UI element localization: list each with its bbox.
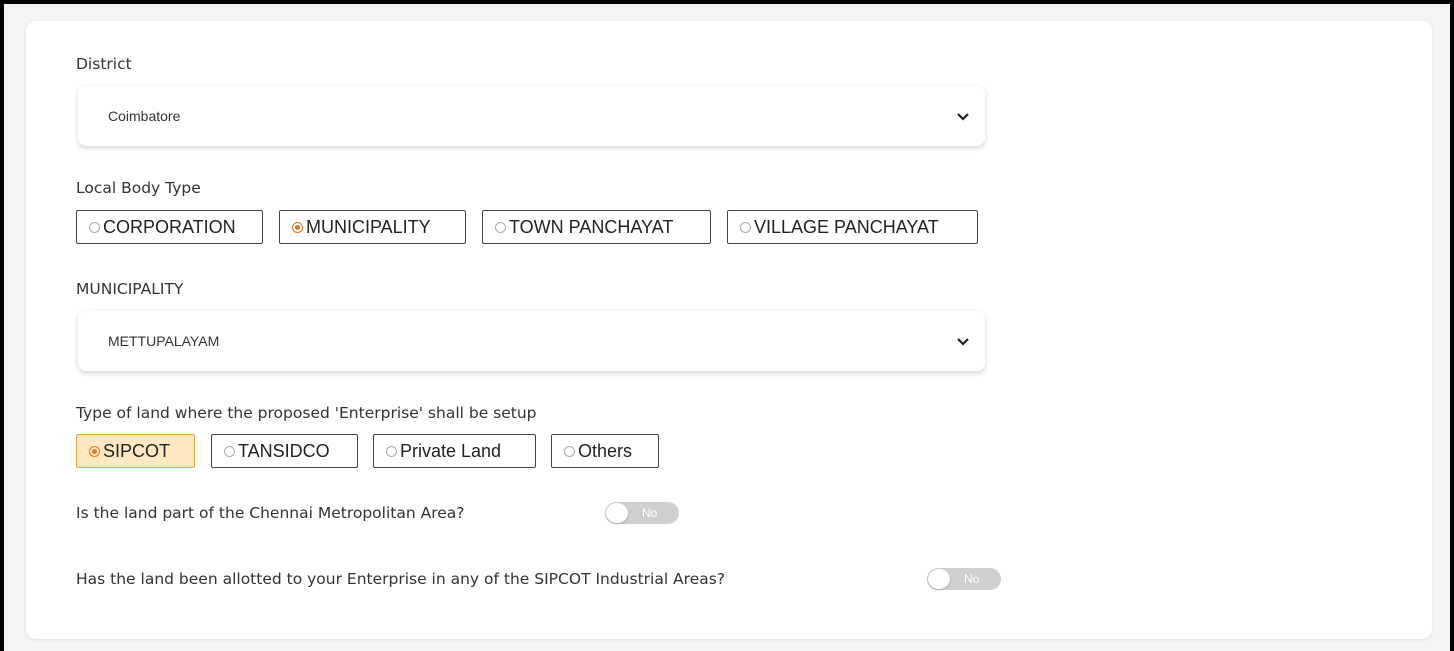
toggle-knob: [606, 503, 628, 523]
land-type-label: Type of land where the proposed 'Enterpr…: [76, 404, 537, 422]
toggle-text: No: [642, 506, 658, 520]
radio-corporation[interactable]: CORPORATION: [76, 210, 263, 244]
district-label: District: [76, 55, 132, 73]
radio-label: Private Land: [400, 440, 502, 461]
radio-circle-icon: [224, 445, 235, 457]
sipcot-allotted-question: Has the land been allotted to your Enter…: [76, 570, 726, 588]
radio-label: MUNICIPALITY: [306, 216, 431, 237]
radio-town-panchayat[interactable]: TOWN PANCHAYAT: [482, 210, 711, 244]
radio-label: Others: [578, 440, 633, 461]
radio-private-land[interactable]: Private Land: [373, 434, 536, 468]
radio-label: TANSIDCO: [238, 440, 330, 461]
radio-label: VILLAGE PANCHAYAT: [754, 216, 939, 237]
radio-village-panchayat[interactable]: VILLAGE PANCHAYAT: [727, 210, 978, 244]
municipality-select[interactable]: METTUPALAYAM: [78, 311, 985, 371]
district-select[interactable]: Coimbatore: [78, 86, 985, 146]
radio-others[interactable]: Others: [551, 434, 659, 468]
radio-selected-icon: [89, 445, 100, 457]
radio-selected-icon: [292, 221, 303, 233]
chennai-metro-question: Is the land part of the Chennai Metropol…: [76, 504, 465, 522]
radio-circle-icon: [564, 445, 575, 457]
radio-label: CORPORATION: [103, 216, 236, 237]
toggle-text: No: [964, 572, 980, 586]
sipcot-allotted-toggle[interactable]: No: [927, 568, 1001, 590]
chevron-down-icon: [957, 113, 969, 121]
local-body-type-label: Local Body Type: [76, 179, 201, 197]
district-selected-value: Coimbatore: [108, 108, 181, 124]
municipality-selected-value: METTUPALAYAM: [108, 333, 220, 349]
radio-circle-icon: [386, 445, 397, 457]
radio-circle-icon: [740, 221, 751, 233]
radio-circle-icon: [495, 221, 506, 233]
chevron-down-icon: [957, 338, 969, 346]
radio-sipcot[interactable]: SIPCOT: [76, 434, 195, 468]
radio-label: TOWN PANCHAYAT: [509, 216, 674, 237]
municipality-label: MUNICIPALITY: [76, 280, 184, 298]
toggle-knob: [928, 569, 950, 589]
chennai-metro-toggle[interactable]: No: [605, 502, 679, 524]
radio-municipality[interactable]: MUNICIPALITY: [279, 210, 466, 244]
radio-circle-icon: [89, 221, 100, 233]
radio-label: SIPCOT: [103, 440, 171, 461]
radio-tansidco[interactable]: TANSIDCO: [211, 434, 358, 468]
